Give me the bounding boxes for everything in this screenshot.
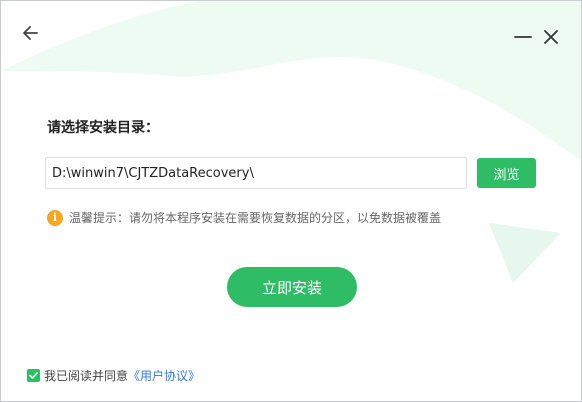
close-icon (544, 30, 558, 44)
installer-window: 请选择安装目录： 浏览 i 温馨提示：请勿将本程序安装在需要恢复数据的分区，以免… (0, 0, 582, 402)
minus-icon (514, 36, 532, 38)
background-decoration (1, 1, 581, 283)
install-now-button[interactable]: 立即安装 (227, 267, 357, 307)
browse-button[interactable]: 浏览 (477, 158, 536, 188)
back-button[interactable] (21, 23, 41, 43)
warning-tip-text: 温馨提示：请勿将本程序安装在需要恢复数据的分区，以免数据被覆盖 (69, 211, 442, 225)
warning-tip: i 温馨提示：请勿将本程序安装在需要恢复数据的分区，以免数据被覆盖 (47, 209, 441, 226)
agreement-checkbox[interactable] (27, 369, 40, 382)
background-wave-shape (1, 1, 581, 161)
checkmark-icon (29, 372, 38, 379)
info-icon: i (47, 209, 63, 226)
background-triangle-shape (489, 223, 561, 283)
install-path-input[interactable] (45, 157, 467, 189)
user-agreement-link[interactable]: 《用户协议》 (128, 367, 200, 384)
install-dir-label: 请选择安装目录： (47, 120, 159, 136)
minimize-button[interactable] (513, 27, 533, 47)
agreement-row: 我已阅读并同意 《用户协议》 (27, 367, 200, 384)
arrow-left-icon (23, 26, 38, 40)
close-button[interactable] (541, 27, 561, 47)
agreement-text: 我已阅读并同意 (44, 369, 129, 383)
